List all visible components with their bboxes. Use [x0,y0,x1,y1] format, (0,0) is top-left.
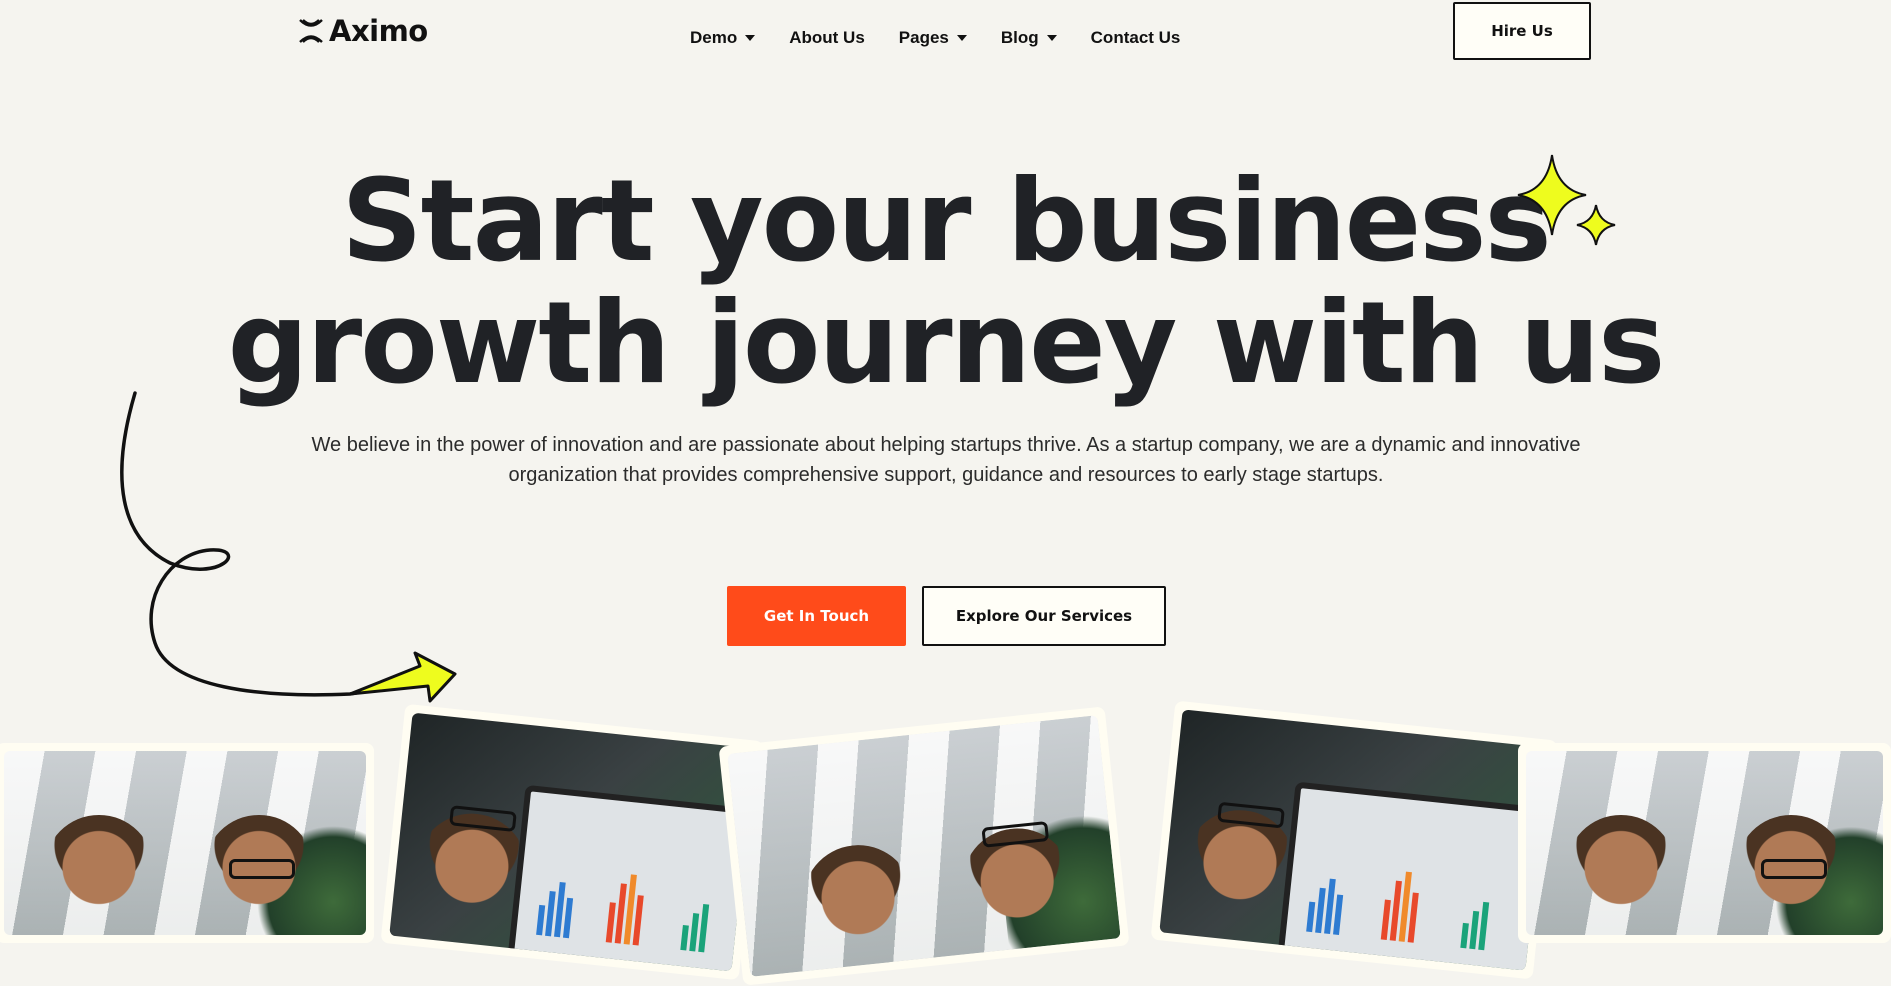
hero-description: We believe in the power of innovation an… [311,434,1581,486]
chevron-down-icon [745,35,756,41]
chevron-down-icon [1046,35,1057,41]
gallery-photo-2 [380,703,764,981]
chevron-down-icon [956,35,967,41]
nav-item-label: About Us [789,28,865,47]
brand-name: Aximo [329,14,428,48]
nav-item-pages[interactable]: Pages [899,28,967,48]
gallery-photo-5 [1518,743,1891,943]
gallery-photo-1 [0,743,374,943]
get-in-touch-button[interactable]: Get In Touch [727,586,906,646]
nav-item-blog[interactable]: Blog [1001,28,1057,48]
hero-title-line-1: Start your business [341,155,1551,287]
sparkle-icon [1517,154,1616,246]
aximo-logo-icon [299,19,323,43]
explore-services-button[interactable]: Explore Our Services [922,586,1166,646]
nav-item-demo[interactable]: Demo [690,28,756,48]
brand-logo[interactable]: Aximo [297,14,428,48]
gallery-photo-4 [1150,700,1558,980]
main-nav: Demo About Us Pages Blog Contact Us [690,28,1180,48]
nav-item-label: Demo [690,28,738,47]
nav-item-label: Pages [898,28,949,47]
nav-item-label: Contact Us [1090,28,1181,47]
nav-item-label: Blog [1000,28,1039,47]
swirl-arrow-icon [120,391,457,703]
gallery-photo-3 [718,706,1130,986]
hire-us-button[interactable]: Hire Us [1453,2,1591,60]
nav-item-about-us[interactable]: About Us [789,28,865,48]
nav-item-contact-us[interactable]: Contact Us [1091,28,1181,48]
